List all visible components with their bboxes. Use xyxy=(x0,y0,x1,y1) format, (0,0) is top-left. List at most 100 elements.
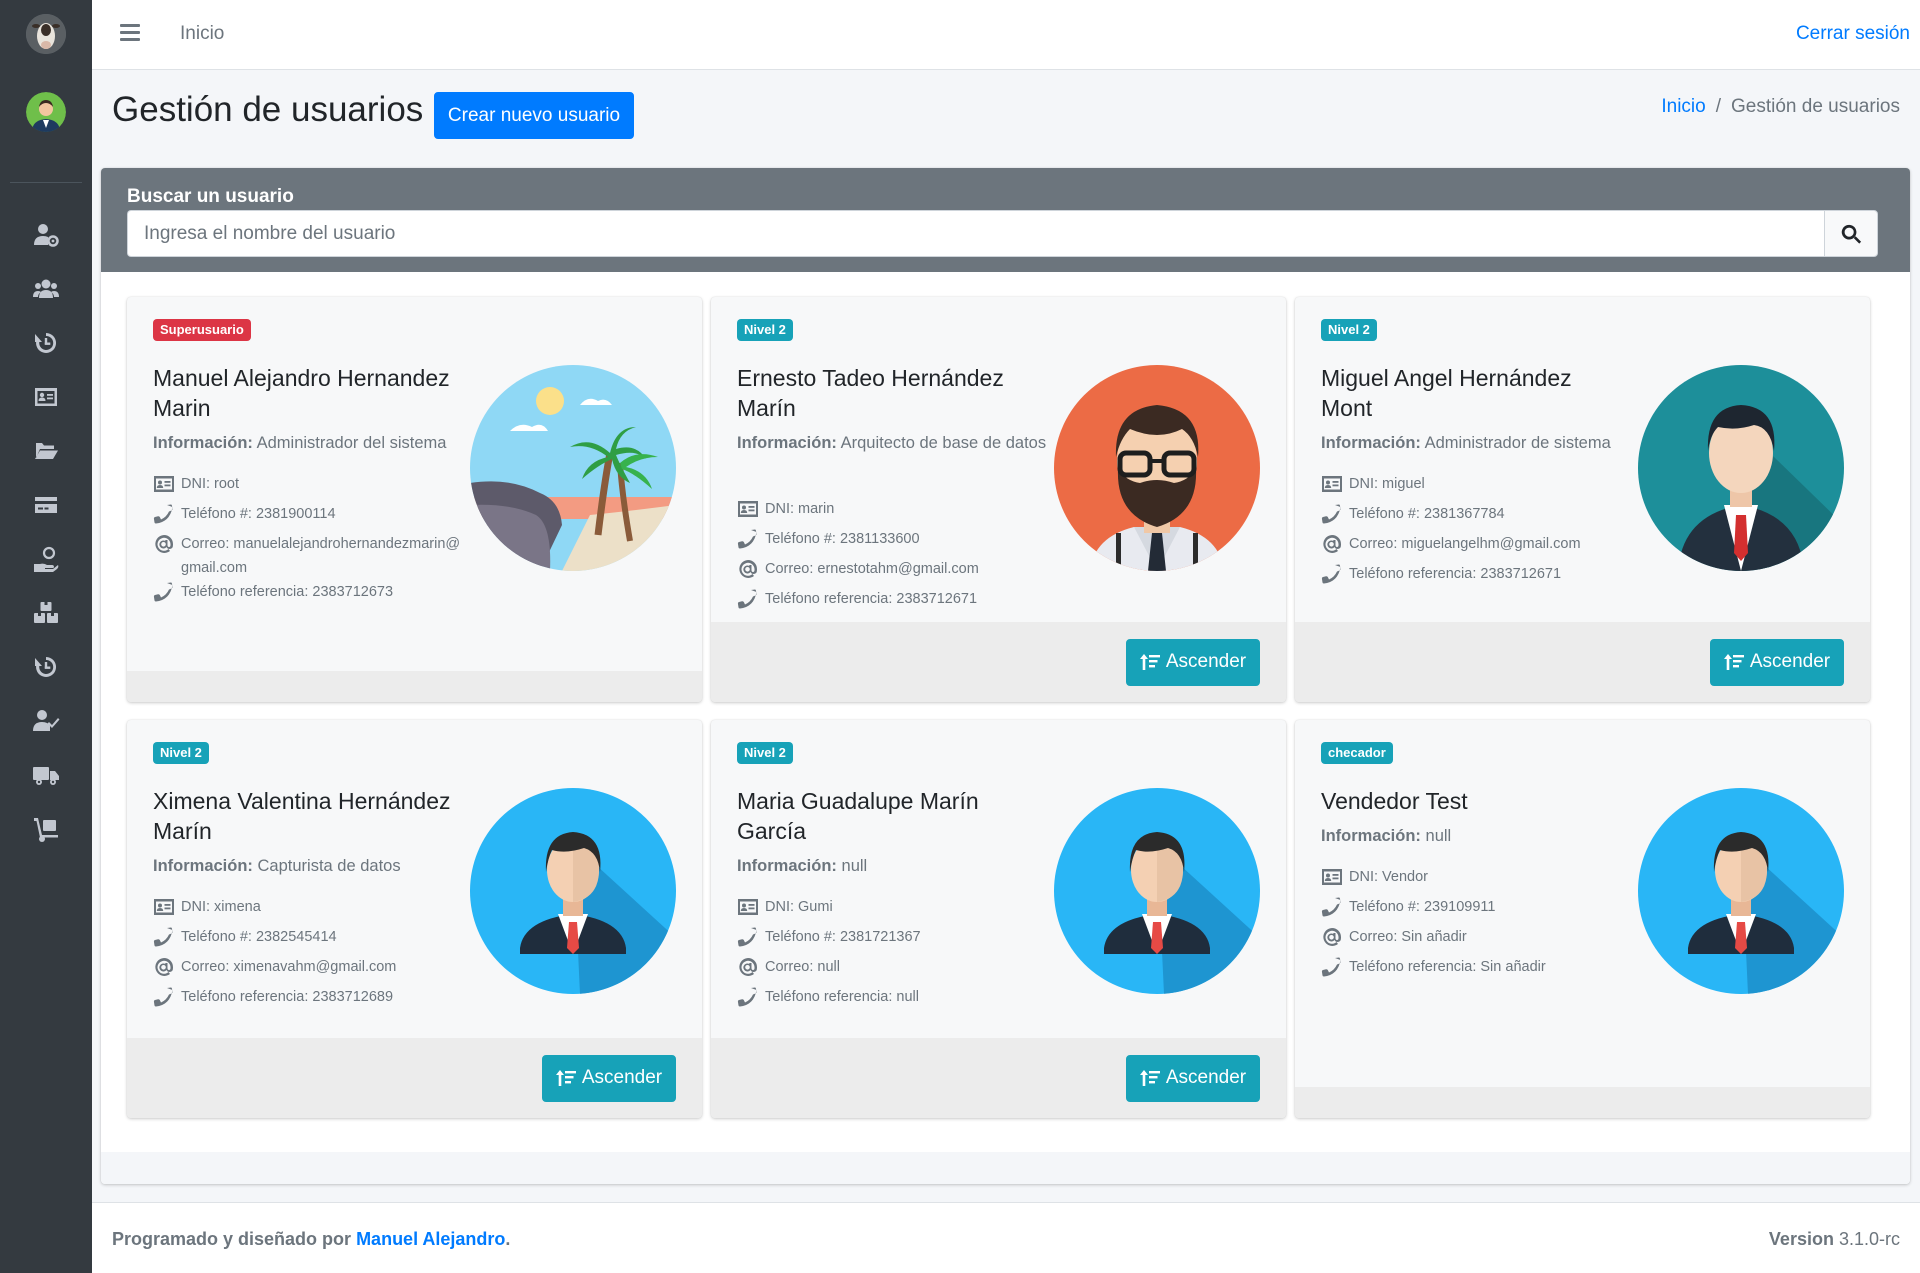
create-user-button[interactable]: Crear nuevo usuario xyxy=(434,92,634,139)
menu-toggle-icon[interactable] xyxy=(120,24,140,42)
logout-link[interactable]: Cerrar sesión xyxy=(1796,23,1910,45)
search-button[interactable] xyxy=(1824,210,1878,257)
phone-icon xyxy=(737,527,765,557)
user-card-footer xyxy=(127,671,702,702)
user-details-list: DNI: miguel Teléfono #: 2381367784 Correo:… xyxy=(1321,472,1631,592)
sidebar-item-id-cards[interactable] xyxy=(0,370,92,424)
sidebar-item-history[interactable] xyxy=(0,316,92,370)
dni-label: DNI: xyxy=(765,501,794,517)
sidebar-item-payments[interactable] xyxy=(0,478,92,532)
detail-dni: DNI: Vendor xyxy=(1321,865,1631,895)
sidebar-user-avatar[interactable] xyxy=(26,92,66,132)
detail-phone: Teléfono #: 2381900114 xyxy=(153,502,463,532)
ascend-button[interactable]: Ascender xyxy=(542,1054,676,1102)
folder-open-icon xyxy=(35,443,58,459)
users-card: Buscar un usuario Superusuario Manuel Ale… xyxy=(101,168,1910,1184)
user-card: Superusuario Manuel Alejandro Hernandez M… xyxy=(127,297,702,702)
detail-phone: Teléfono #: 2381133600 xyxy=(737,527,1047,557)
ref-phone-label: Teléfono referencia: xyxy=(765,989,893,1005)
detail-ref-phone: Teléfono referencia: null xyxy=(737,985,1047,1015)
ascend-button[interactable]: Ascender xyxy=(1126,1054,1260,1102)
phone-value: 2381133600 xyxy=(839,531,920,547)
detail-email: Correo: ernestotahm@gmail.com xyxy=(737,557,1047,587)
email-value: ximenavahm@gmail.com xyxy=(233,959,397,975)
sidebar-item-user-admin[interactable] xyxy=(0,208,92,262)
user-card: Nivel 2 Miguel Angel Hernández Mont Inform… xyxy=(1295,297,1870,702)
sidebar-item-users[interactable] xyxy=(0,262,92,316)
email-value: null xyxy=(817,959,840,975)
detail-ref-phone: Teléfono referencia: 2383712671 xyxy=(1321,562,1631,592)
phone-label: Teléfono #: xyxy=(181,929,252,945)
info-value: null xyxy=(1425,827,1452,845)
dni-label: DNI: xyxy=(1349,476,1378,492)
footer-credits: Programado y diseñado por Manuel Alejand… xyxy=(112,1229,510,1250)
detail-phone: Teléfono #: 2382545414 xyxy=(153,925,463,955)
id-card-icon xyxy=(737,895,765,925)
default-user-avatar xyxy=(1054,788,1260,994)
info-value: Capturista de datos xyxy=(257,857,401,875)
footer-author-link[interactable]: Manuel Alejandro xyxy=(356,1229,505,1249)
id-card-icon xyxy=(1321,472,1349,502)
version-number: 3.1.0-rc xyxy=(1838,1229,1900,1249)
phone-value: 2382545414 xyxy=(255,929,337,945)
sidebar-item-sales[interactable] xyxy=(0,532,92,586)
user-role-badge: Superusuario xyxy=(153,319,251,341)
sidebar-item-history-2[interactable] xyxy=(0,640,92,694)
user-card-footer: Ascender xyxy=(711,1038,1286,1118)
user-role-badge: Nivel 2 xyxy=(1321,319,1377,341)
info-label: Información: xyxy=(153,434,253,452)
user-check-icon xyxy=(33,710,60,731)
user-name: Maria Guadalupe Marín García xyxy=(737,788,979,844)
breadcrumb-home-link[interactable]: Inicio xyxy=(1661,96,1705,118)
dni-label: DNI: xyxy=(765,899,794,915)
ascend-button[interactable]: Ascender xyxy=(1126,638,1260,686)
ref-phone-label: Teléfono referencia: xyxy=(181,989,309,1005)
phone-label: Teléfono #: xyxy=(765,929,836,945)
phone-icon xyxy=(1321,955,1349,985)
phone-icon xyxy=(153,580,181,610)
sidebar-item-folders[interactable] xyxy=(0,424,92,478)
ref-phone-value: 2383712671 xyxy=(1480,566,1562,582)
detail-dni: DNI: ximena xyxy=(153,895,463,925)
user-info: Información: Arquitecto de base de datos xyxy=(737,431,1047,456)
ref-phone-value: 2383712689 xyxy=(312,989,394,1005)
id-card-icon xyxy=(737,497,765,527)
brand-logo[interactable] xyxy=(26,14,66,54)
user-card: checador Vendedor Test Información: null DN… xyxy=(1295,720,1870,1118)
sort-up-icon xyxy=(1723,652,1744,672)
id-card-icon xyxy=(35,388,57,406)
ref-phone-label: Teléfono referencia: xyxy=(1349,566,1477,582)
detail-dni: DNI: root xyxy=(153,472,463,502)
sidebar-item-shipping[interactable] xyxy=(0,748,92,802)
search-input[interactable] xyxy=(127,210,1824,257)
user-details-list: DNI: root Teléfono #: 2381900114 Correo: m… xyxy=(153,472,463,610)
id-card-icon xyxy=(153,895,181,925)
user-name: Ximena Valentina Hernández Marín xyxy=(153,788,451,844)
info-label: Información: xyxy=(1321,434,1421,452)
topbar-home-link[interactable]: Inicio xyxy=(180,23,224,45)
footer-version: Version 3.1.0-rc xyxy=(1769,1229,1900,1250)
email-label: Correo: xyxy=(181,959,230,975)
user-details-list: DNI: ximena Teléfono #: 2382545414 Correo:… xyxy=(153,895,463,1015)
email-value: ernestotahm@gmail.com xyxy=(817,561,979,577)
detail-ref-phone: Teléfono referencia: 2383712689 xyxy=(153,985,463,1015)
sidebar-divider xyxy=(10,182,82,183)
email-label: Correo: xyxy=(765,561,814,577)
sidebar-item-inventory[interactable] xyxy=(0,586,92,640)
truck-icon xyxy=(33,767,59,785)
users-card-footer xyxy=(101,1152,1910,1184)
ascend-button[interactable]: Ascender xyxy=(1710,638,1844,686)
phone-value: 239109911 xyxy=(1423,899,1496,915)
breadcrumb-current: Gestión de usuarios xyxy=(1731,96,1900,117)
info-value: Arquitecto de base de datos xyxy=(840,434,1047,452)
sidebar-item-attendance[interactable] xyxy=(0,694,92,748)
detail-ref-phone: Teléfono referencia: 2383712671 xyxy=(737,587,1047,617)
user-info: Información: null xyxy=(1321,824,1631,849)
email-label: Correo: xyxy=(1349,929,1398,945)
sidebar-item-deliveries[interactable] xyxy=(0,802,92,856)
user-name: Vendedor Test xyxy=(1321,788,1468,814)
dni-label: DNI: xyxy=(181,899,210,915)
user-details-list: DNI: marin Teléfono #: 2381133600 Correo: … xyxy=(737,497,1047,617)
phone-icon xyxy=(737,587,765,617)
at-icon xyxy=(737,557,765,587)
